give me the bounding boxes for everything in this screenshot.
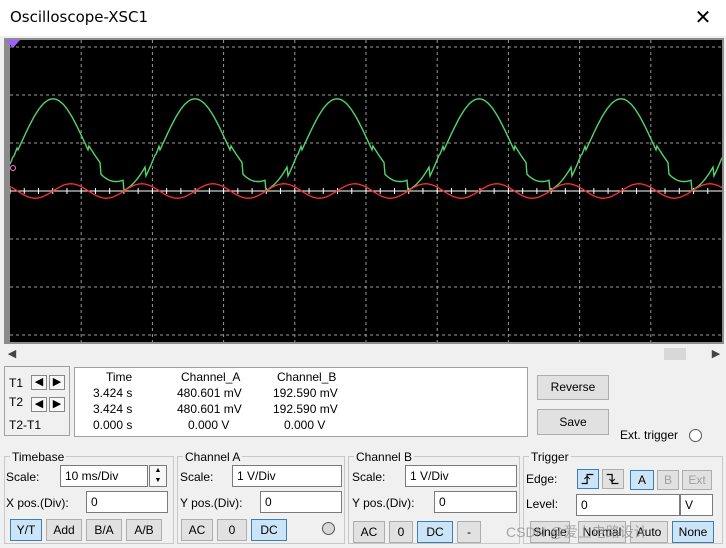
window-title: Oscilloscope-XSC1 [10,8,149,26]
close-button[interactable]: ✕ [688,4,718,32]
t1-left-arrow-icon[interactable]: ◀ [31,375,47,390]
trigger-source-b-button[interactable]: B [657,470,679,490]
trigger-level-unit[interactable]: V [680,494,713,516]
channel-a-scale-field[interactable]: 1 V/Div [232,465,342,487]
channel-b-scale-label: Scale: [352,470,386,484]
readout-t2-channel-b: 192.590 mV [273,402,338,416]
t2-left-arrow-icon[interactable]: ◀ [31,397,47,412]
title-bar: Oscilloscope-XSC1 ✕ [0,0,726,36]
timebase-title: Timebase [10,450,67,464]
channel-b-offset-marker [10,164,16,171]
horizontal-scrollbar[interactable]: ◀ ▶ [4,346,724,362]
reverse-button[interactable]: Reverse [537,375,609,400]
readout-diff-channel-a: 0.000 V [188,418,230,432]
scroll-left-arrow-icon[interactable]: ◀ [4,346,20,362]
channel-b-title: Channel B [354,450,415,464]
channel-b-dc-button[interactable]: DC [417,521,453,543]
t1-right-arrow-icon[interactable]: ▶ [49,375,65,390]
channel-b-scale-field[interactable]: 1 V/Div [405,465,517,487]
trigger-level-label: Level: [526,497,559,511]
channel-a-ypos-field[interactable]: 0 [260,491,342,513]
trigger-edge-label: Edge: [526,472,558,486]
readout-t2-time: 3.424 s [93,402,133,416]
scope-screen [10,40,722,342]
channel-a-zero-button[interactable]: 0 [217,519,247,541]
cursor-controls: T1 ◀ ▶ T2 ◀ ▶ T2-T1 [4,366,70,436]
t2-label: T2 [9,395,24,409]
save-button[interactable]: Save [537,409,609,435]
channel-a-terminal[interactable] [322,522,335,535]
channel-b-ypos-label: Y pos.(Div): [352,496,415,510]
trigger-level-field[interactable]: 0 [576,494,680,516]
ext-trigger-terminal[interactable] [689,429,702,442]
trigger-none-button[interactable]: None [672,521,714,543]
mode-yt-button[interactable]: Y/T [10,519,42,541]
readout-diff-time: 0.000 s [93,418,133,432]
timebase-scale-label: Scale: [6,470,40,484]
channel-b-minus-button[interactable]: - [457,521,481,543]
readout-header-channel-a: Channel_A [181,370,241,384]
readout-t2-channel-a: 480.601 mV [177,402,242,416]
trigger-source-a-button[interactable]: A [630,470,654,490]
channel-a-ypos-label: Y pos.(Div): [180,496,243,510]
channel-b-ypos-field[interactable]: 0 [434,491,517,513]
scroll-thumb[interactable] [664,348,686,360]
timebase-xpos-label: X pos.(Div): [6,496,69,510]
readout-t1-time: 3.424 s [93,386,133,400]
channel-a-dc-button[interactable]: DC [251,519,287,541]
t2-t1-label: T2-T1 [9,418,42,432]
mode-ab-button[interactable]: A/B [126,519,162,541]
mode-add-button[interactable]: Add [46,519,82,541]
scroll-right-arrow-icon[interactable]: ▶ [708,346,724,362]
trigger-source-ext-button[interactable]: Ext [682,470,712,490]
channel-b-ac-button[interactable]: AC [353,521,385,543]
falling-edge-icon[interactable] [602,469,624,489]
mode-ba-button[interactable]: B/A [86,519,122,541]
readout-diff-channel-b: 0.000 V [284,418,326,432]
trigger-title: Trigger [529,450,571,464]
timebase-scale-spinner[interactable]: ▲ ▼ [149,465,167,487]
trigger-position-marker-icon[interactable] [6,40,20,48]
readout-t1-channel-b: 192.590 mV [273,386,338,400]
cursor-readout-table: Time Channel_A Channel_B 3.424 s 480.601… [74,367,528,437]
channel-b-zero-button[interactable]: 0 [389,521,413,543]
ext-trigger-label: Ext. trigger [620,428,679,442]
t2-right-arrow-icon[interactable]: ▶ [49,397,65,412]
channel-a-scale-label: Scale: [180,470,214,484]
readout-header-channel-b: Channel_B [277,370,337,384]
rising-edge-icon[interactable] [577,469,599,489]
timebase-xpos-field[interactable]: 0 [86,491,168,513]
channel-a-title: Channel A [183,450,243,464]
channel-a-ac-button[interactable]: AC [181,519,213,541]
readout-t1-channel-a: 480.601 mV [177,386,242,400]
watermark-text: CSDN @爱上电路设计 [506,524,648,540]
readout-header-time: Time [106,370,133,384]
scope-display [10,40,722,342]
timebase-scale-field[interactable]: 10 ms/Div [60,465,148,487]
t1-label: T1 [9,376,24,390]
